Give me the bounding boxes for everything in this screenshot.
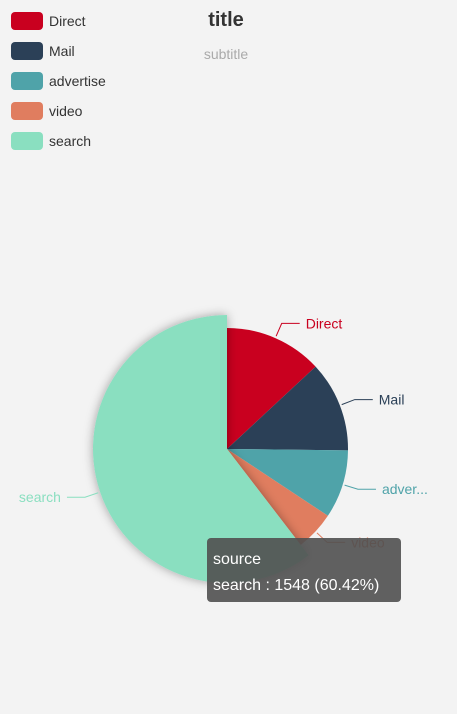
legend-item-video[interactable]: video (11, 101, 106, 121)
legend-label: video (49, 103, 83, 119)
legend-label: Direct (49, 13, 86, 29)
legend-swatch (11, 42, 43, 60)
leader-line-direct (275, 322, 300, 337)
legend-swatch (11, 132, 43, 150)
legend-label: Mail (49, 43, 75, 59)
slice-label-mail: Mail (379, 392, 405, 408)
leader-line-mail (341, 399, 373, 406)
legend-label: search (49, 133, 92, 149)
tooltip-line: search : 1548 (60.42%) (213, 577, 380, 594)
legend-label: advertise (49, 73, 106, 89)
legend: Direct Mail advertise video search (11, 11, 106, 161)
legend-item-advertise[interactable]: advertise (11, 71, 106, 91)
slice-label-advertise: adver... (382, 481, 428, 497)
leader-line-advertise (344, 484, 376, 490)
legend-item-mail[interactable]: Mail (11, 41, 106, 61)
legend-item-search[interactable]: search (11, 131, 106, 151)
chart-canvas: DirectMailadver...videosearch title subt… (0, 0, 457, 714)
tooltip: source search : 1548 (60.42%) (207, 538, 401, 602)
leader-line-search (66, 492, 99, 498)
legend-swatch (11, 72, 43, 90)
legend-swatch (11, 12, 43, 30)
tooltip-header: source (213, 551, 262, 568)
legend-swatch (11, 102, 43, 120)
legend-item-direct[interactable]: Direct (11, 11, 106, 31)
slice-label-search: search (19, 489, 61, 505)
slice-label-direct: Direct (306, 315, 343, 331)
